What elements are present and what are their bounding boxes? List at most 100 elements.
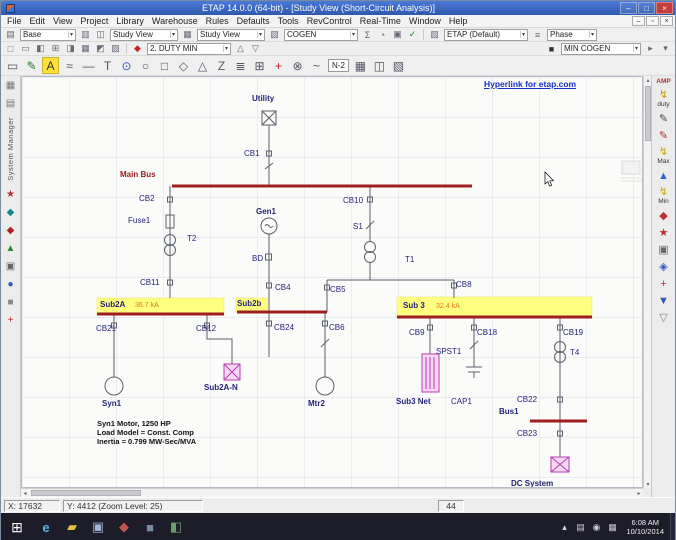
- dropdown-arrow-icon[interactable]: ▾: [256, 31, 262, 38]
- filter-icon[interactable]: ▨: [428, 29, 441, 41]
- amp-min-button-group[interactable]: ↯ Min: [656, 185, 672, 205]
- open-icon[interactable]: ▭: [19, 43, 32, 55]
- report-icon[interactable]: ▣: [391, 29, 404, 41]
- hatch-icon[interactable]: ▧: [109, 43, 122, 55]
- diamond-tool-icon[interactable]: ◇: [175, 57, 192, 74]
- dropdown-arrow-icon[interactable]: ▾: [222, 45, 228, 52]
- syn1-machine[interactable]: [104, 376, 124, 396]
- menu-revcontrol[interactable]: RevControl: [303, 16, 356, 26]
- pan-icon[interactable]: ◧: [34, 43, 47, 55]
- amp-min-button[interactable]: ↯: [656, 185, 672, 198]
- menu-view[interactable]: View: [49, 16, 76, 26]
- up-blue-icon[interactable]: ▲: [656, 169, 672, 182]
- panel-tool-icon[interactable]: ◫: [371, 57, 388, 74]
- layers-icon[interactable]: ◩: [94, 43, 107, 55]
- highlight-tool-icon[interactable]: A: [42, 57, 59, 74]
- shade-tool-icon[interactable]: ▧: [390, 57, 407, 74]
- duty-button-group[interactable]: ↯ duty: [656, 88, 672, 108]
- one-line-canvas[interactable]: Utility CB1 Main Bus CB2 Fuse1 T2 CB11 Sub2A 36.…: [21, 76, 643, 488]
- red-diamond-icon[interactable]: ◆: [656, 209, 672, 222]
- red-plus-icon[interactable]: +: [4, 315, 18, 327]
- etap-hyperlink[interactable]: Hyperlink for etap.com: [484, 79, 576, 89]
- app2-icon[interactable]: ◆: [113, 516, 135, 538]
- window-icon[interactable]: ◫: [94, 29, 107, 41]
- tray-expand-icon[interactable]: ▴: [557, 518, 571, 536]
- tray-action-center-icon[interactable]: ▦: [605, 518, 619, 536]
- blue-dot-icon[interactable]: ●: [4, 279, 18, 291]
- circle-tool-icon[interactable]: ○: [137, 57, 154, 74]
- grid-icon[interactable]: ⊞: [49, 43, 62, 55]
- show-desktop-button[interactable]: [670, 513, 675, 540]
- text-tool-icon[interactable]: T: [99, 57, 116, 74]
- menu-real-time[interactable]: Real-Time: [356, 16, 405, 26]
- add-tool-icon[interactable]: +: [270, 57, 287, 74]
- next-icon[interactable]: ▸: [644, 43, 657, 55]
- teal-diamond-icon[interactable]: ◆: [4, 207, 18, 219]
- red-star-icon[interactable]: ★: [656, 226, 672, 239]
- sub2a-n-network[interactable]: [223, 363, 241, 381]
- contingency-n2-box[interactable]: N-2: [328, 59, 349, 72]
- grid-tool-icon[interactable]: ⊞: [251, 57, 268, 74]
- edit-mode-icon[interactable]: ▥: [79, 29, 92, 41]
- system-manager-tab[interactable]: System Manager: [6, 117, 15, 181]
- rect-tool-icon[interactable]: □: [156, 57, 173, 74]
- green-triangle-icon[interactable]: ▲: [4, 243, 18, 255]
- folder-icon[interactable]: ▰: [61, 516, 83, 538]
- scroll-up-icon[interactable]: ▴: [644, 76, 652, 84]
- duty-button[interactable]: ↯: [656, 88, 672, 101]
- sub2a-highlight[interactable]: [96, 297, 225, 316]
- config-manager-icon[interactable]: ▦: [181, 29, 194, 41]
- cogen-marker-icon[interactable]: ■: [545, 43, 558, 55]
- remove-tool-icon[interactable]: ⊗: [289, 57, 306, 74]
- mdi-close-button[interactable]: ×: [660, 16, 673, 26]
- amp-max-button[interactable]: ↯: [656, 145, 672, 158]
- minimize-button[interactable]: –: [620, 2, 637, 14]
- box-icon[interactable]: ▣: [4, 261, 18, 273]
- app3-icon[interactable]: ■: [139, 516, 161, 538]
- configuration-select[interactable]: Study View ▾: [197, 28, 265, 41]
- dc-system-network[interactable]: [550, 456, 570, 473]
- menu-defaults[interactable]: Defaults: [233, 16, 274, 26]
- mtr2-machine[interactable]: [315, 376, 335, 396]
- wave-tool-icon[interactable]: ≈: [61, 57, 78, 74]
- gray-square-icon[interactable]: ■: [4, 297, 18, 309]
- list-icon[interactable]: ≡: [531, 29, 544, 41]
- sub3-highlight[interactable]: [396, 296, 593, 319]
- horizontal-scrollbar[interactable]: ◂ ▸: [21, 488, 643, 497]
- red-plus-icon[interactable]: +: [656, 277, 672, 290]
- maximize-button[interactable]: □: [638, 2, 655, 14]
- cap1-capacitor[interactable]: [466, 366, 482, 378]
- star-icon[interactable]: ★: [4, 189, 18, 201]
- menu-project[interactable]: Project: [76, 16, 112, 26]
- split-icon[interactable]: ◨: [64, 43, 77, 55]
- edit-study-icon[interactable]: ✎: [656, 112, 672, 125]
- dropdown-arrow-icon[interactable]: ▾: [519, 31, 525, 38]
- duty-marker-icon[interactable]: ◆: [131, 43, 144, 55]
- ac-tool-icon[interactable]: ~: [308, 57, 325, 74]
- mdi-minimize-button[interactable]: –: [632, 16, 645, 26]
- amp-max-button-group[interactable]: ↯ Max: [656, 145, 672, 165]
- select-tool-icon[interactable]: ▭: [4, 57, 21, 74]
- sub3-net-network[interactable]: [421, 353, 440, 393]
- tray-volume-icon[interactable]: ◉: [589, 518, 603, 536]
- triangle-tool-icon[interactable]: △: [194, 57, 211, 74]
- menu-window[interactable]: Window: [405, 16, 445, 26]
- rows-tool-icon[interactable]: ≣: [232, 57, 249, 74]
- app4-icon[interactable]: ◧: [165, 516, 187, 538]
- down-blue-icon[interactable]: ▼: [656, 294, 672, 307]
- dropdown-arrow-icon[interactable]: ▾: [632, 45, 638, 52]
- ie-icon[interactable]: e: [35, 516, 57, 538]
- systems-icon[interactable]: ▦: [4, 79, 18, 91]
- t1-transformer[interactable]: [364, 241, 376, 263]
- down-icon[interactable]: ▽: [249, 43, 262, 55]
- horizontal-scroll-thumb[interactable]: [31, 490, 141, 496]
- impedance-tool-icon[interactable]: Z: [213, 57, 230, 74]
- dropdown-arrow-icon[interactable]: ▾: [169, 31, 175, 38]
- project-view-icon[interactable]: ▤: [4, 29, 17, 41]
- scroll-right-icon[interactable]: ▸: [635, 489, 643, 497]
- revision-select[interactable]: MIN COGEN ▾: [561, 42, 641, 55]
- vertical-scrollbar[interactable]: ▴ ▾: [643, 76, 651, 488]
- dropdown-arrow-icon[interactable]: ▾: [67, 31, 73, 38]
- menu-edit[interactable]: Edit: [26, 16, 50, 26]
- scroll-down-icon[interactable]: ▾: [644, 480, 652, 488]
